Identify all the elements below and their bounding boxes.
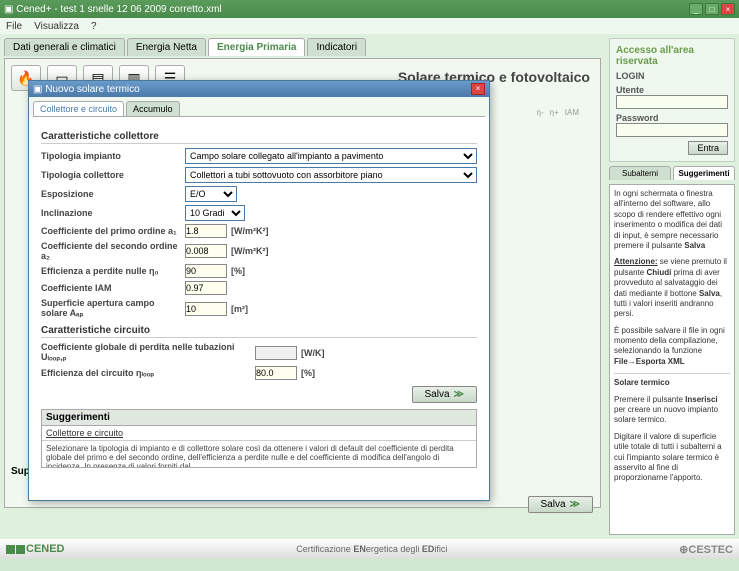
lbl-esposizione: Esposizione [41,189,181,199]
inp-sup-apertura[interactable] [185,302,227,316]
menu-help[interactable]: ? [91,21,97,32]
modal-sugg-panel: Suggerimenti Collettore e circuito Selez… [41,409,477,468]
maximize-button[interactable]: □ [705,3,719,15]
arrow-icon: ≫ [570,499,580,510]
lbl-eff-circuito: Efficienza del circuito ηₗₒₒₚ [41,368,251,379]
side-tab-suggerimenti[interactable]: Suggerimenti [673,166,735,180]
sugg-h1: Solare termico [614,378,730,388]
side-tab-subalterni[interactable]: Subalterni [609,166,671,180]
modal-salva-label: Salva [425,389,450,400]
lbl-coef-perdita: Coefficiente globale di perdita nelle tu… [41,342,251,363]
lbl-coef-a2: Coefficiente del secondo ordine a₂ [41,241,181,261]
inp-eff-nulle[interactable] [185,264,227,278]
modal-titlebar: ▣ Nuovo solare termico × [29,81,489,97]
modal-close-button[interactable]: × [471,83,485,95]
unit-eff-nulle: [%] [231,266,245,276]
tab-indicatori[interactable]: Indicatori [307,38,366,56]
login-box: Accesso all'area riservata LOGIN Utente … [609,38,735,162]
inp-coef-perdita[interactable] [255,346,297,360]
sel-tipologia-impianto[interactable]: Campo solare collegato all'impianto a pa… [185,148,477,164]
mini-tab-eta-minus[interactable]: η- [537,108,544,117]
mini-tabs: η- η+ IAM [537,108,579,117]
tab-energia-netta[interactable]: Energia Netta [127,38,206,56]
unit-coef-a2: [W/m²K²] [231,246,269,256]
tab-energia-primaria[interactable]: Energia Primaria [208,38,305,56]
modal-sugg-head: Suggerimenti [42,410,476,426]
menubar: File Visualizza ? [0,18,739,34]
modal-title-icon: ▣ [33,84,42,95]
utente-label: Utente [616,85,728,95]
lbl-eff-nulle: Efficienza a perdite nulle η₀ [41,266,181,276]
password-label: Password [616,113,728,123]
lbl-inclinazione: Inclinazione [41,208,181,218]
main-tabs: Dati generali e climatici Energia Netta … [4,38,601,56]
modal-sugg-body[interactable]: Selezionare la tipologia di impianto e d… [42,441,476,467]
login-header: Accesso all'area riservata [616,45,728,67]
cened-logo: CENED [6,543,65,555]
unit-coef-perdita: [W/K] [301,348,325,358]
window-titlebar: ▣ Cened+ - test 1 snelle 12 06 2009 corr… [0,0,739,18]
cestec-logo: ⊕CESTEC [679,543,733,556]
utente-input[interactable] [616,95,728,109]
window-title: Cened+ - test 1 snelle 12 06 2009 corret… [16,4,221,15]
salva-main-label: Salva [541,499,566,510]
sel-esposizione[interactable]: E/O [185,186,237,202]
modal-tabs: Collettore e circuito Accumulo [29,97,489,116]
password-input[interactable] [616,123,728,137]
minimize-button[interactable]: _ [689,3,703,15]
section-collettore: Caratteristiche collettore [41,131,477,144]
login-label: LOGIN [616,71,728,81]
footer: CENED Certificazione ENergetica degli ED… [0,539,739,559]
section-circuito: Caratteristiche circuito [41,325,477,338]
mini-tab-iam[interactable]: IAM [565,108,579,117]
modal-body: Caratteristiche collettore Tipologia imp… [33,116,485,496]
sugg-p4: Premere il pulsante Inserisci per creare… [614,395,730,426]
tab-dati-generali[interactable]: Dati generali e climatici [4,38,125,56]
menu-file[interactable]: File [6,21,22,32]
mini-tab-eta-plus[interactable]: η+ [550,108,559,117]
menu-visualizza[interactable]: Visualizza [34,21,79,32]
lbl-sup-apertura: Superficie apertura campo solare Aₐₚ [41,298,181,319]
inp-eff-circuito[interactable] [255,366,297,380]
sel-tipologia-collettore[interactable]: Collettori a tubi sottovuoto con assorbi… [185,167,477,183]
app-icon: ▣ [4,4,13,15]
sugg-p5: Digitare il valore di superficie utile t… [614,432,730,484]
modal-title-text: Nuovo solare termico [45,84,139,95]
modal-tab-accumulo[interactable]: Accumulo [126,101,180,116]
footer-mid: Certificazione ENergetica degli EDifici [65,544,680,554]
arrow-icon: ≫ [454,389,464,400]
lbl-tipologia-collettore: Tipologia collettore [41,170,181,180]
unit-eff-circuito: [%] [301,368,315,378]
entra-button[interactable]: Entra [688,141,728,155]
lbl-tipologia-impianto: Tipologia impianto [41,151,181,161]
modal-salva-button[interactable]: Salva ≫ [412,386,477,403]
unit-coef-a1: [W/m²K²] [231,226,269,236]
side-tabs: Subalterni Suggerimenti [609,166,735,180]
sugg-p1: In ogni schermata o finestra all'interno… [614,189,730,251]
sel-inclinazione[interactable]: 10 Gradi [185,205,245,221]
salva-main-button[interactable]: Salva ≫ [528,496,593,513]
inp-coef-iam[interactable] [185,281,227,295]
modal-nuovo-solare: ▣ Nuovo solare termico × Collettore e ci… [28,80,490,501]
close-button[interactable]: × [721,3,735,15]
modal-tab-collettore[interactable]: Collettore e circuito [33,101,124,116]
modal-sugg-sub: Collettore e circuito [42,426,476,441]
lbl-coef-a1: Coefficiente del primo ordine a₁ [41,226,181,236]
sugg-p2: Attenzione: se viene premuto il pulsante… [614,257,730,319]
right-pane: Accesso all'area riservata LOGIN Utente … [605,34,739,539]
inp-coef-a2[interactable] [185,244,227,258]
inp-coef-a1[interactable] [185,224,227,238]
unit-sup-apertura: [m²] [231,304,248,314]
lbl-coef-iam: Coefficiente IAM [41,283,181,293]
suggerimenti-box[interactable]: In ogni schermata o finestra all'interno… [609,184,735,535]
sugg-p3: È possibile salvare il file in ogni mome… [614,326,730,368]
